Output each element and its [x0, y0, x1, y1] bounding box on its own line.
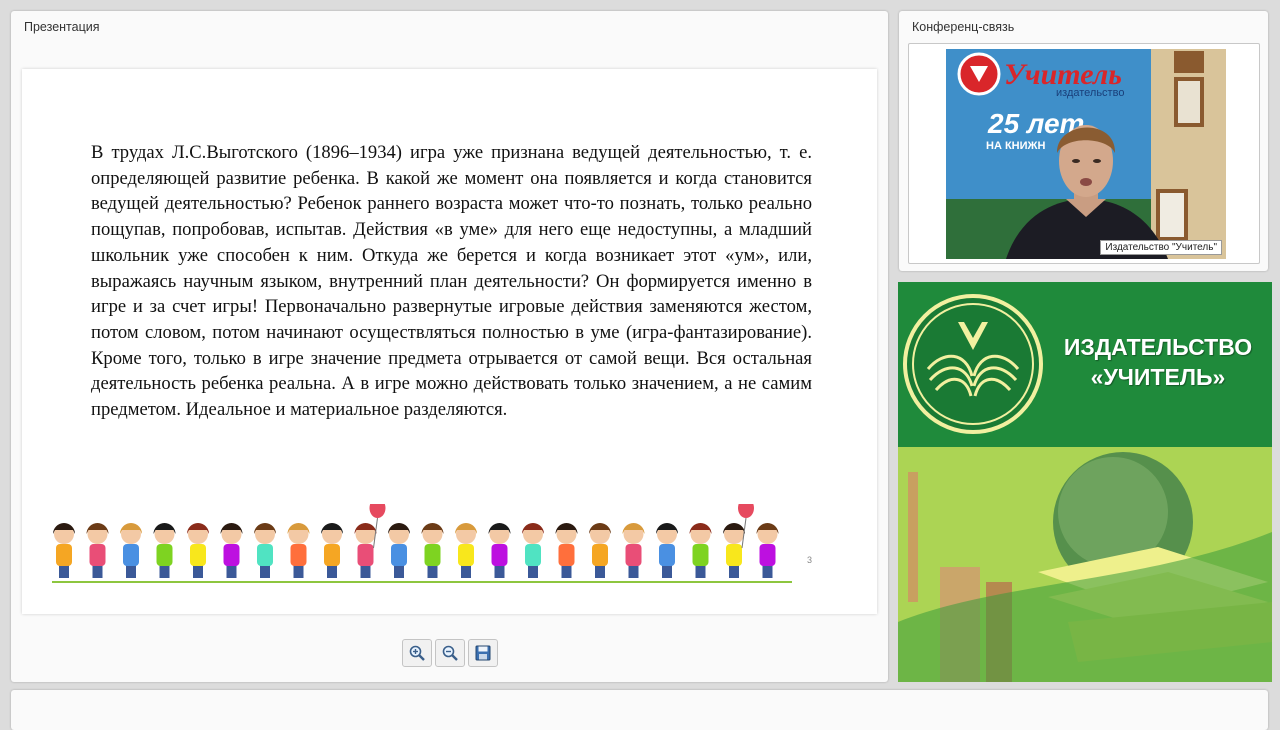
zoom-in-icon [409, 645, 425, 661]
kid-figure [656, 523, 678, 578]
slide-text: В трудах Л.С.Выготского (1896–1934) игра… [91, 142, 812, 421]
kid-figure [354, 504, 386, 578]
banner-title: ИЗДАТЕЛЬСТВО «УЧИТЕЛЬ» [1058, 332, 1258, 392]
kid-figure [321, 523, 343, 578]
kid-figure [388, 523, 410, 578]
zoom-toolbar [402, 639, 498, 667]
zoom-out-button[interactable] [435, 639, 465, 667]
publisher-banner: ИЗДАТЕЛЬСТВО «УЧИТЕЛЬ» [898, 282, 1272, 682]
webcam-image: Учитель издательство 25 лет НА КНИЖН [946, 49, 1226, 259]
zoom-in-button[interactable] [402, 639, 432, 667]
kid-figure [756, 523, 779, 578]
video-sign-sub: издательство [1056, 87, 1124, 99]
presentation-title: Презентация [24, 20, 100, 34]
kid-figure [187, 523, 209, 578]
kid-figure [421, 523, 444, 578]
kid-figure [488, 523, 511, 578]
presentation-slide: В трудах Л.С.Выготского (1896–1934) игра… [22, 69, 877, 614]
kid-figure [287, 523, 310, 578]
kid-figure [120, 523, 142, 578]
conference-panel: Конференц-связь Учитель издательство 25 … [899, 11, 1268, 271]
kid-figure [153, 523, 176, 578]
kid-figure [589, 523, 611, 578]
save-icon [475, 645, 491, 661]
slide-number: 3 [807, 555, 813, 565]
kid-figure [622, 523, 645, 578]
bottom-panel [11, 690, 1268, 730]
video-feed[interactable]: Учитель издательство 25 лет НА КНИЖН Изд… [946, 49, 1226, 259]
kid-figure [53, 523, 75, 578]
presentation-panel: Презентация В трудах Л.С.Выготского (189… [11, 11, 888, 682]
kid-figure [455, 523, 477, 578]
conference-title: Конференц-связь [912, 20, 1015, 34]
speaker-label: Издательство "Учитель" [1100, 240, 1222, 255]
kid-figure [689, 523, 712, 578]
kid-figure [220, 523, 243, 578]
kid-figure [723, 504, 754, 578]
save-button[interactable] [468, 639, 498, 667]
banner-line2: «УЧИТЕЛЬ» [1090, 364, 1226, 390]
banner-line1: ИЗДАТЕЛЬСТВО [1063, 334, 1253, 360]
kid-figure [522, 523, 544, 578]
kid-figure [555, 523, 578, 578]
video-frame[interactable]: Учитель издательство 25 лет НА КНИЖН Изд… [908, 43, 1260, 264]
kid-figure [86, 523, 109, 578]
kids-illustration [52, 504, 792, 583]
kid-figure [254, 523, 276, 578]
video-sign-tagline: НА КНИЖН [986, 140, 1045, 152]
zoom-out-icon [442, 645, 458, 661]
